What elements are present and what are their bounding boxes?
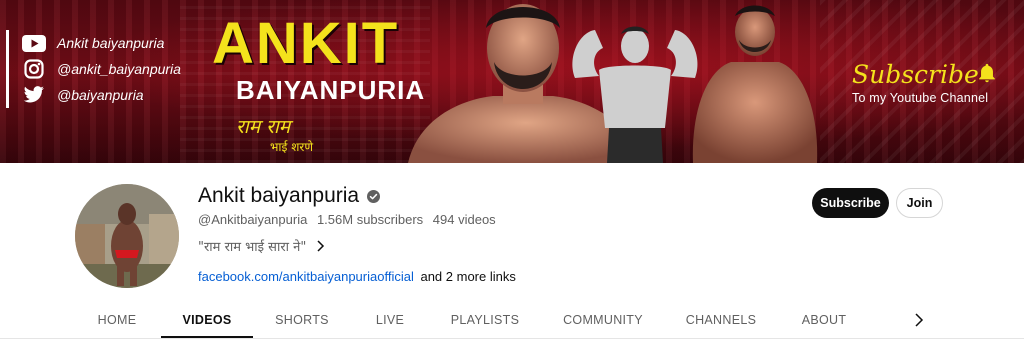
video-count: 494 videos — [432, 212, 496, 227]
banner-subscribe-promo: Subscribe To my Youtube Channel — [852, 60, 995, 105]
banner-social-twitter: @baiyanpuria — [21, 82, 181, 108]
bell-icon — [976, 62, 998, 89]
banner-title-main: ANKIT — [212, 11, 400, 76]
youtube-icon — [21, 33, 47, 53]
tab-shorts[interactable]: SHORTS — [268, 300, 336, 339]
banner-title-sub: BAIYANPURIA — [236, 75, 426, 105]
tab-playlists[interactable]: PLAYLISTS — [440, 300, 530, 339]
channel-name: Ankit baiyanpuria — [198, 184, 360, 207]
verified-check-icon — [367, 189, 381, 203]
banner-social-instagram: @ankit_baiyanpuria — [21, 56, 181, 82]
instagram-icon — [21, 59, 47, 79]
tab-live[interactable]: LIVE — [364, 300, 416, 339]
subscriber-count: 1.56M subscribers — [316, 212, 424, 227]
tab-home[interactable]: HOME — [86, 300, 148, 339]
tab-videos[interactable]: VIDEOS — [161, 300, 253, 339]
banner-title: ANKIT BAIYANPURIA — [212, 11, 426, 105]
banner-social-youtube: Ankit baiyanpuria — [21, 30, 181, 56]
subscribe-button[interactable]: Subscribe — [812, 188, 889, 218]
banner-hindi-tagline-sub: भाई शरणे — [270, 140, 313, 154]
channel-description-text: "राम राम भाई सारा ने" — [198, 240, 307, 255]
channel-tabs: HOME VIDEOS SHORTS LIVE PLAYLISTS COMMUN… — [0, 300, 1024, 339]
channel-avatar[interactable] — [75, 184, 179, 288]
tab-community[interactable]: COMMUNITY — [556, 300, 650, 339]
banner-social-label: Ankit baiyanpuria — [57, 35, 165, 51]
banner-person-flex — [572, 26, 698, 163]
chevron-right-icon[interactable] — [910, 311, 928, 329]
tab-channels[interactable]: CHANNELS — [680, 300, 762, 339]
channel-meta: @Ankitbaiyanpuria 1.56M subscribers 494 … — [198, 212, 502, 227]
banner-social-label: @baiyanpuria — [57, 87, 144, 103]
more-links[interactable]: and 2 more links — [420, 269, 515, 284]
banner-promo-subtitle: To my Youtube Channel — [852, 91, 989, 105]
twitter-icon — [21, 85, 47, 105]
channel-description[interactable]: "राम राम भाई सारा ने" — [198, 237, 330, 255]
banner-promo-title: Subscribe — [852, 60, 979, 89]
avatar-image — [75, 184, 179, 288]
channel-name-row: Ankit baiyanpuria — [198, 184, 381, 208]
chevron-right-icon — [316, 239, 330, 253]
channel-link[interactable]: facebook.com/ankitbaiyanpuriaofficial — [198, 269, 414, 284]
channel-handle: @Ankitbaiyanpuria — [198, 212, 308, 227]
banner-social-label: @ankit_baiyanpuria — [57, 61, 181, 77]
tab-about[interactable]: ABOUT — [792, 300, 856, 339]
channel-links: facebook.com/ankitbaiyanpuriaofficial an… — [198, 269, 516, 284]
banner-person-pose — [692, 5, 818, 163]
banner-hindi-tagline: राम राम — [236, 116, 291, 138]
banner-social-list: Ankit baiyanpuria @ankit_baiyanpuria @ba… — [6, 30, 181, 108]
channel-banner: Ankit baiyanpuria @ankit_baiyanpuria @ba… — [0, 0, 1024, 163]
join-button[interactable]: Join — [896, 188, 943, 218]
